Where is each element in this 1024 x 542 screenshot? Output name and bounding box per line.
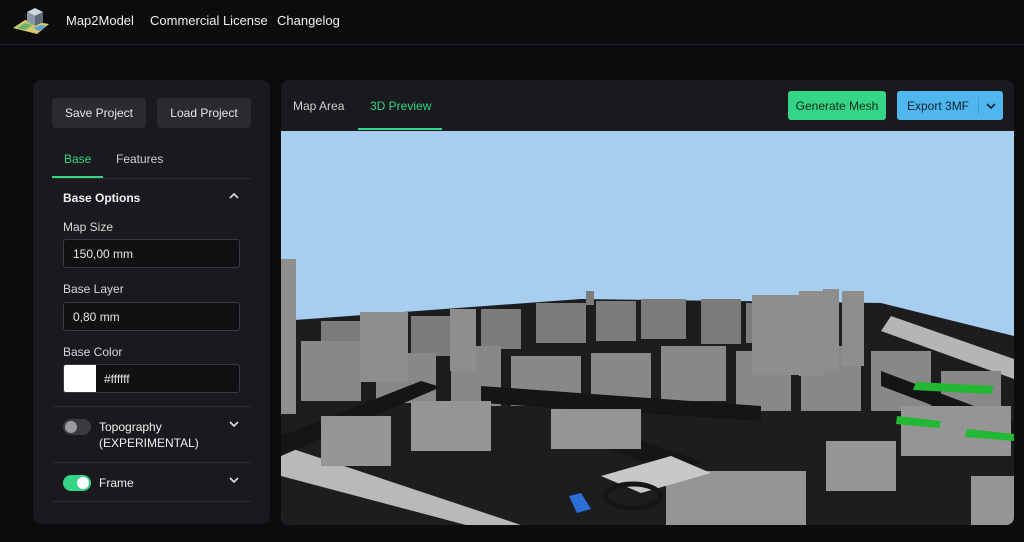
top-navbar: Map2Model Commercial License Changelog bbox=[0, 0, 1024, 45]
save-project-button[interactable]: Save Project bbox=[52, 98, 146, 128]
tab-features[interactable]: Features bbox=[116, 152, 163, 166]
tabs-divider bbox=[52, 178, 251, 179]
base-options-title: Base Options bbox=[63, 191, 141, 205]
split-divider bbox=[978, 97, 979, 114]
base-color-label: Base Color bbox=[63, 345, 123, 359]
color-swatch[interactable] bbox=[64, 365, 96, 392]
frame-toggle[interactable] bbox=[63, 475, 91, 491]
tab-base[interactable]: Base bbox=[64, 152, 91, 166]
map-size-field[interactable]: 150,00 mm bbox=[63, 239, 240, 268]
tab-3d-preview[interactable]: 3D Preview bbox=[370, 99, 431, 113]
base-layer-label: Base Layer bbox=[63, 282, 124, 296]
city-model-render bbox=[281, 259, 1014, 525]
base-layer-field[interactable]: 0,80 mm bbox=[63, 302, 240, 331]
topography-toggle[interactable] bbox=[63, 419, 91, 435]
toggle-knob bbox=[77, 477, 89, 489]
export-3mf-label: Export 3MF bbox=[907, 98, 970, 113]
base-color-value: #ffffff bbox=[104, 371, 130, 386]
section-divider bbox=[52, 501, 251, 502]
3d-viewport[interactable] bbox=[281, 131, 1014, 525]
load-project-button[interactable]: Load Project bbox=[157, 98, 251, 128]
topography-label: Topography bbox=[99, 420, 162, 434]
chevron-up-icon[interactable] bbox=[228, 190, 240, 202]
nav-link-changelog[interactable]: Changelog bbox=[277, 13, 340, 28]
active-tab-indicator bbox=[358, 128, 442, 130]
export-3mf-button[interactable]: Export 3MF bbox=[897, 91, 1003, 120]
frame-label: Frame bbox=[99, 476, 134, 490]
chevron-down-icon[interactable] bbox=[228, 474, 240, 486]
brand-link[interactable]: Map2Model bbox=[66, 13, 134, 28]
base-color-field[interactable]: #ffffff bbox=[63, 364, 240, 393]
map-cube-logo-icon[interactable] bbox=[11, 6, 51, 36]
chevron-down-icon[interactable] bbox=[985, 100, 997, 112]
preview-panel: Map Area 3D Preview Generate Mesh Export… bbox=[281, 80, 1014, 525]
nav-link-commercial-license[interactable]: Commercial License bbox=[150, 13, 268, 28]
map-size-label: Map Size bbox=[63, 220, 114, 234]
topography-experimental-label: (EXPERIMENTAL) bbox=[99, 436, 199, 450]
section-divider bbox=[52, 406, 251, 407]
tab-map-area[interactable]: Map Area bbox=[293, 99, 344, 113]
generate-mesh-button[interactable]: Generate Mesh bbox=[788, 91, 886, 120]
chevron-down-icon[interactable] bbox=[228, 418, 240, 430]
settings-panel: Save Project Load Project Base Features … bbox=[33, 80, 270, 524]
section-divider bbox=[52, 462, 251, 463]
toggle-knob bbox=[65, 421, 77, 433]
